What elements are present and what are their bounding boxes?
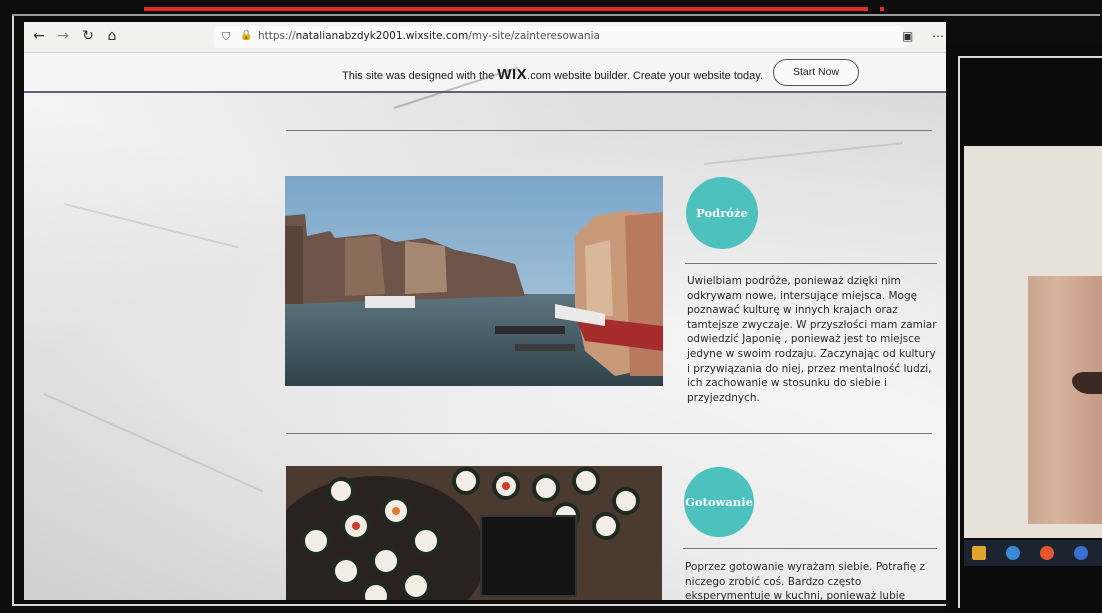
marble-vein	[63, 203, 239, 249]
venice-photo	[285, 176, 663, 386]
forward-icon[interactable]: →	[54, 27, 72, 45]
browser-toolbar: ← → ↻ ⌂ ⛉ 🔒 https://natalianabzdyk2001.w…	[24, 22, 946, 53]
wix-banner-text: This site was designed with the WIX.com …	[342, 66, 763, 83]
recording-progress-marker	[880, 7, 884, 11]
section-divider	[286, 433, 932, 434]
section-circle-travel: Podróże	[686, 177, 758, 249]
edge-icon[interactable]	[1006, 546, 1020, 560]
browser-window: ← → ↻ ⌂ ⛉ 🔒 https://natalianabzdyk2001.w…	[24, 22, 946, 600]
monitor-frame-left	[12, 14, 14, 606]
shield-icon[interactable]: ⛉	[222, 30, 230, 44]
lock-icon[interactable]: 🔒	[240, 30, 252, 41]
start-now-button[interactable]: Start Now	[773, 59, 859, 86]
page-content: Podróże Uwielbiam podróże, ponieważ dzię…	[24, 66, 946, 600]
section-circle-cooking: Gotowanie	[684, 467, 754, 537]
sushi-photo	[286, 466, 662, 600]
section-text-travel: Uwielbiam podróże, ponieważ dzięki nim o…	[687, 275, 937, 404]
recording-progress-bar	[144, 7, 868, 11]
url-text: https://natalianabzdyk2001.wixsite.com/m…	[258, 30, 600, 42]
chrome-icon[interactable]	[1074, 546, 1088, 560]
secondary-frame-top	[958, 56, 1102, 58]
section-divider	[683, 548, 937, 549]
monitor-frame-bottom	[12, 604, 956, 606]
address-bar[interactable]: ⛉ 🔒 https://natalianabzdyk2001.wixsite.c…	[214, 26, 904, 48]
section-text-cooking: Poprzez gotowanie wyrażam siebie. Potraf…	[685, 561, 926, 600]
wix-banner: This site was designed with the WIX.com …	[24, 53, 946, 93]
reload-icon[interactable]: ↻	[79, 27, 97, 45]
secondary-frame-left	[958, 56, 960, 608]
monitor-frame-top	[12, 14, 1100, 16]
section-divider	[286, 130, 932, 131]
back-icon[interactable]: ←	[30, 27, 48, 45]
section-divider	[685, 263, 937, 264]
marble-vein	[703, 142, 904, 165]
home-icon[interactable]: ⌂	[103, 27, 121, 45]
marble-vein	[43, 393, 264, 493]
reader-icon[interactable]: ▣	[902, 29, 913, 43]
folder-icon[interactable]	[972, 546, 986, 560]
firefox-icon[interactable]	[1040, 546, 1054, 560]
more-icon[interactable]: ⋯	[932, 29, 944, 43]
portrait-photo	[1028, 276, 1102, 524]
